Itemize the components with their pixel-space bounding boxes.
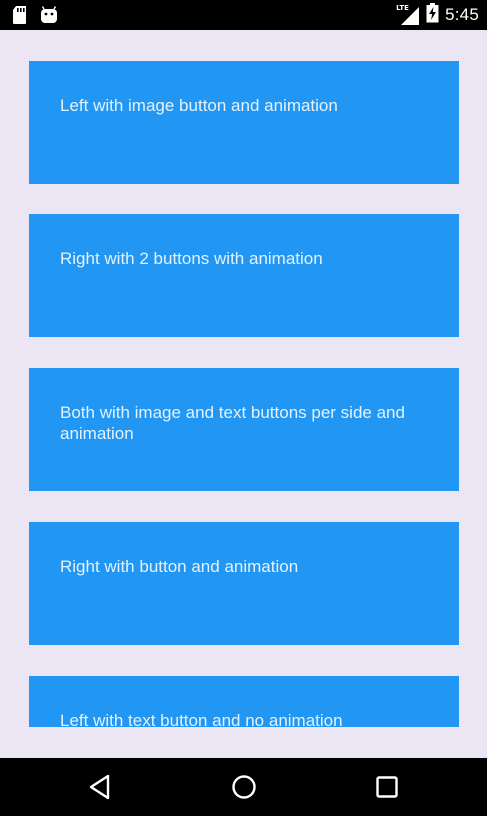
battery-charging-icon bbox=[426, 2, 439, 28]
swipe-options-list[interactable]: Left with image button and animation Rig… bbox=[29, 30, 459, 727]
back-icon bbox=[89, 774, 110, 800]
list-item-both-sides-buttons-animation[interactable]: Both with image and text buttons per sid… bbox=[29, 368, 459, 491]
recents-icon bbox=[376, 776, 398, 798]
back-button[interactable] bbox=[79, 766, 121, 808]
list-item-label: Left with text button and no animation bbox=[60, 711, 343, 727]
clock: 5:45 bbox=[445, 5, 479, 24]
signal-indicator: LTE bbox=[396, 4, 420, 25]
system-status-icons: LTE 5:45 bbox=[396, 2, 479, 28]
status-bar: LTE 5:45 bbox=[0, 0, 487, 30]
notification-icons bbox=[12, 5, 58, 30]
list-item-label: Left with image button and animation bbox=[60, 96, 338, 115]
recents-button[interactable] bbox=[366, 766, 408, 808]
list-item-label: Right with button and animation bbox=[60, 557, 299, 576]
list-item-label: Right with 2 buttons with animation bbox=[60, 249, 323, 268]
list-item-label: Both with image and text buttons per sid… bbox=[60, 403, 405, 443]
navigation-bar bbox=[0, 758, 487, 816]
signal-icon bbox=[401, 7, 420, 25]
list-item-left-image-button-animation[interactable]: Left with image button and animation bbox=[29, 61, 459, 184]
android-icon bbox=[40, 6, 58, 29]
list-item-right-two-buttons-animation[interactable]: Right with 2 buttons with animation bbox=[29, 214, 459, 337]
list-item-right-button-animation[interactable]: Right with button and animation bbox=[29, 522, 459, 645]
home-button[interactable] bbox=[223, 766, 265, 808]
home-icon bbox=[232, 775, 256, 799]
sd-card-icon bbox=[12, 5, 28, 30]
list-item-left-text-button-no-animation[interactable]: Left with text button and no animation bbox=[29, 676, 459, 727]
